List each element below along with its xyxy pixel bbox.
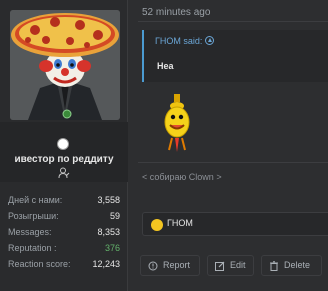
reputation-value: 376 (104, 243, 120, 253)
delete-button[interactable]: Delete (261, 255, 322, 276)
stat-label: Розыгрыши: (8, 211, 59, 221)
quote-author-label: ГНОМ said: (155, 36, 203, 46)
signature: < собираю Clown > (142, 172, 222, 182)
stat-row: Messages: 8,353 (0, 224, 128, 240)
edit-icon (215, 261, 225, 271)
clown-badge-icon (57, 138, 69, 150)
stat-label: Messages: (8, 227, 52, 237)
quote-block: ГНОМ said: Неа (142, 30, 328, 82)
stat-row: Розыгрыши: 59 (0, 208, 128, 224)
edit-button[interactable]: Edit (207, 255, 254, 276)
stat-label: Reputation : (8, 243, 57, 253)
stat-label: Reaction score: (8, 259, 71, 269)
flag-icon (148, 261, 158, 271)
go-to-quote-icon[interactable] (205, 36, 215, 45)
report-button[interactable]: Report (140, 255, 200, 276)
quote-text: Неа (157, 61, 174, 71)
divider (138, 21, 328, 22)
signature-separator (138, 162, 328, 163)
user-icon[interactable] (58, 167, 70, 179)
smiley-icon (164, 94, 190, 152)
delete-label: Delete (284, 260, 311, 270)
clown-pizza-avatar (10, 10, 120, 120)
user-title: ивестор по реддиту (14, 154, 114, 165)
laugh-reaction-icon (151, 219, 163, 231)
reaction-user[interactable]: ГНОМ (167, 218, 193, 228)
report-label: Report (163, 260, 191, 270)
stat-row: Reaction score: 12,243 (0, 256, 128, 272)
stat-value: 59 (109, 211, 120, 221)
stat-value: 3,558 (97, 195, 120, 205)
reactions-bar[interactable]: ГНОМ (142, 212, 328, 236)
stat-row: Дней с нами: 3,558 (0, 192, 128, 208)
stat-value: 12,243 (92, 259, 120, 269)
post-timestamp[interactable]: 52 minutes ago (142, 7, 210, 18)
trash-icon (270, 261, 278, 271)
avatar[interactable] (10, 10, 120, 120)
stat-value: 8,353 (97, 227, 120, 237)
stat-row: Reputation : 376 (0, 240, 128, 256)
user-panel: ивестор по реддиту Дней с нами: 3,558 Ро… (0, 0, 128, 291)
stat-label: Дней с нами: (8, 195, 63, 205)
edit-label: Edit (230, 260, 246, 270)
quote-author[interactable]: ГНОМ said: (155, 36, 215, 46)
user-stats: Дней с нами: 3,558 Розыгрыши: 59 Message… (0, 192, 128, 272)
